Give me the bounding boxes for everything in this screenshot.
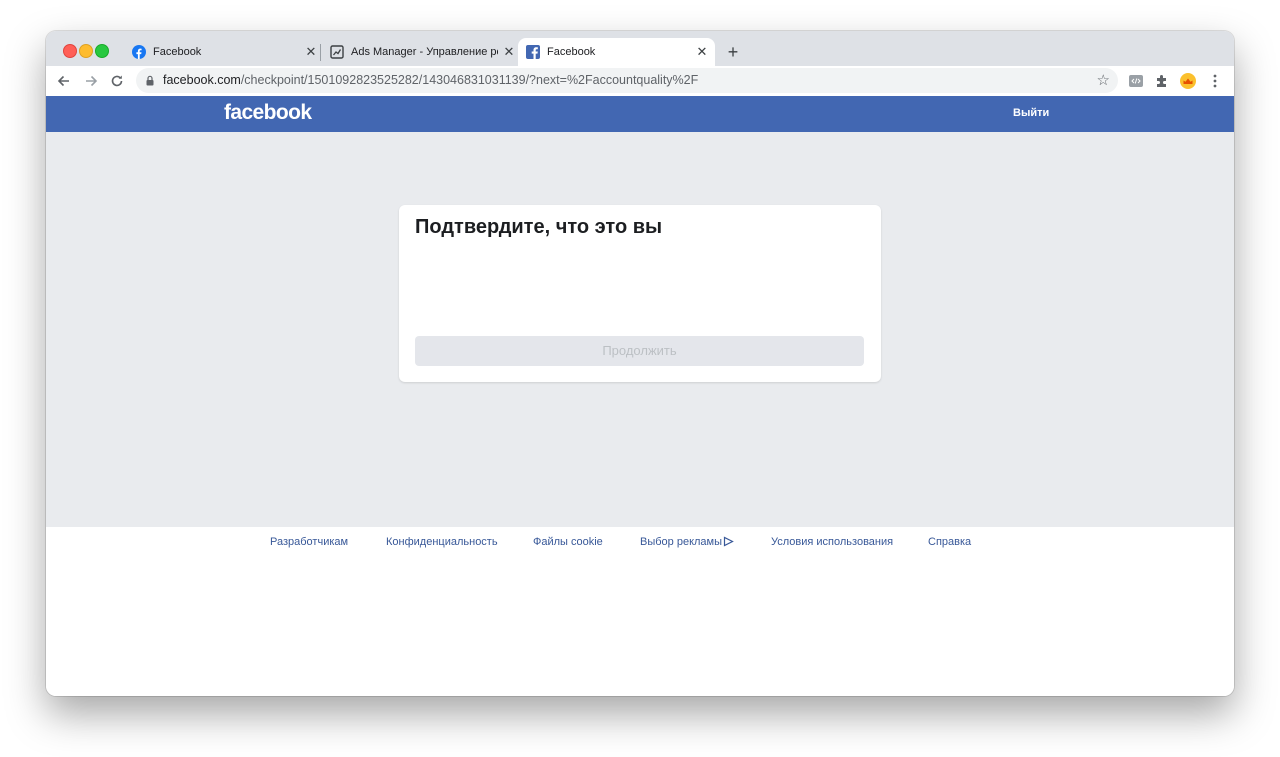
code-extension-icon[interactable]: [1128, 73, 1144, 89]
star-icon[interactable]: ☆: [1097, 71, 1110, 89]
tab-separator: [320, 44, 321, 61]
ads-manager-icon: [330, 45, 344, 59]
tab-title: Ads Manager - Управление ре: [351, 46, 498, 58]
footer: Разработчикам Конфиденциальность Файлы c…: [46, 527, 1234, 696]
tab-strip: Facebook ✕ Ads Manager - Управление ре ✕…: [46, 31, 1234, 66]
close-window-button[interactable]: [63, 44, 77, 58]
footer-link-help[interactable]: Справка: [928, 536, 971, 548]
logout-link[interactable]: Выйти: [1013, 107, 1049, 119]
address-bar[interactable]: facebook.com/checkpoint/1501092823525282…: [136, 68, 1118, 93]
reload-icon[interactable]: [108, 72, 126, 90]
tab-facebook-1[interactable]: Facebook ✕: [132, 38, 318, 66]
footer-link-ad-choices[interactable]: Выбор рекламы: [640, 536, 734, 548]
profile-extension-icon[interactable]: [1180, 73, 1196, 89]
new-tab-plus-icon[interactable]: +: [724, 43, 742, 61]
close-tab-icon[interactable]: ✕: [502, 45, 516, 59]
facebook-round-icon: [132, 45, 146, 59]
tab-title: Facebook: [153, 46, 202, 58]
url-host: facebook.com: [163, 73, 241, 87]
forward-arrow-icon[interactable]: [82, 72, 100, 90]
tab-ads-manager[interactable]: Ads Manager - Управление ре ✕: [330, 38, 516, 66]
ad-choices-label: Выбор рекламы: [640, 536, 723, 548]
extension-puzzle-icon[interactable]: [1154, 73, 1170, 89]
card-title: Подтвердите, что это вы: [415, 216, 663, 238]
footer-link-privacy[interactable]: Конфиденциальность: [386, 536, 498, 548]
close-tab-icon[interactable]: ✕: [304, 45, 318, 59]
footer-link-developers[interactable]: Разработчикам: [270, 536, 348, 548]
browser-window: Facebook ✕ Ads Manager - Управление ре ✕…: [46, 31, 1234, 696]
maximize-window-button[interactable]: [95, 44, 109, 58]
more-vert-icon[interactable]: [1208, 72, 1222, 90]
footer-link-terms[interactable]: Условия использования: [771, 536, 893, 548]
browser-toolbar: facebook.com/checkpoint/1501092823525282…: [46, 66, 1234, 97]
minimize-window-button[interactable]: [79, 44, 93, 58]
close-tab-icon[interactable]: ✕: [695, 45, 709, 59]
continue-button[interactable]: Продолжить: [415, 336, 864, 366]
url-path: /checkpoint/1501092823525282/14304683103…: [240, 73, 699, 87]
facebook-logo[interactable]: facebook: [224, 101, 312, 125]
adchoices-icon: [723, 536, 734, 547]
facebook-header: facebook Выйти: [46, 96, 1234, 132]
tab-facebook-active[interactable]: Facebook ✕: [518, 38, 715, 66]
back-arrow-icon[interactable]: [55, 72, 73, 90]
main-content: Подтвердите, что это вы Продолжить: [46, 132, 1234, 527]
facebook-square-icon: [526, 45, 540, 59]
lock-icon: [146, 75, 154, 86]
footer-link-cookies[interactable]: Файлы cookie: [533, 536, 603, 548]
tab-title: Facebook: [547, 46, 596, 58]
checkpoint-card: Подтвердите, что это вы Продолжить: [399, 205, 881, 382]
url-text: facebook.com/checkpoint/1501092823525282…: [163, 73, 698, 87]
